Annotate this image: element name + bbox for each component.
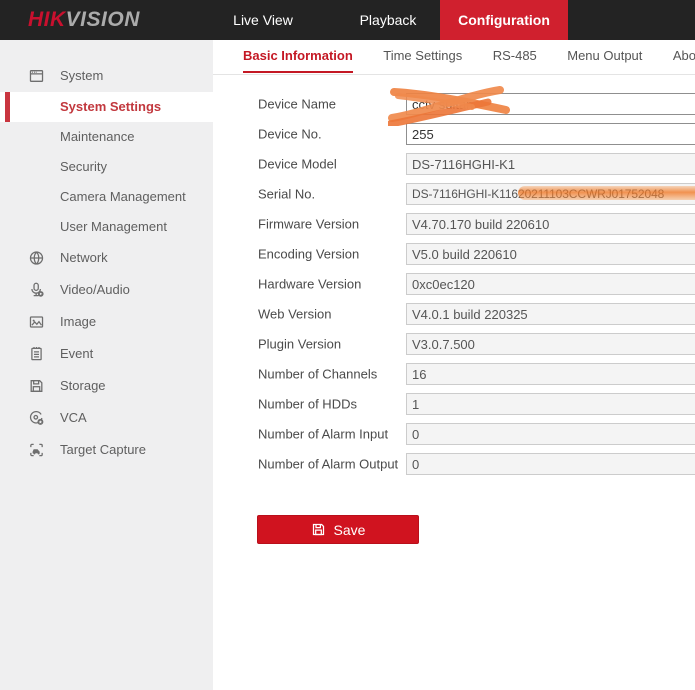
form-row-encoding-version: Encoding Version: [213, 239, 695, 269]
device-model-input: [406, 153, 695, 175]
logo-vision: VISION: [66, 8, 140, 31]
firmware-version-label: Firmware Version: [258, 217, 359, 232]
web-version-label: Web Version: [258, 307, 331, 322]
form-row-number-of-hdds: Number of HDDs: [213, 389, 695, 419]
tab-menu-output[interactable]: Menu Output: [567, 40, 642, 73]
nav-configuration[interactable]: Configuration: [440, 0, 568, 40]
event-icon: [28, 346, 45, 363]
nav-playback[interactable]: Playback: [343, 0, 433, 40]
globe-icon: [28, 250, 45, 267]
encoding-version-label: Encoding Version: [258, 247, 359, 262]
number-of-alarm-output-label: Number of Alarm Output: [258, 457, 398, 472]
number-of-channels-label: Number of Channels: [258, 367, 377, 382]
top-navigation-bar: HIKVISION Live View Playback Configurati…: [0, 0, 695, 40]
device-name-label: Device Name: [258, 97, 336, 112]
plugin-version-input: [406, 333, 695, 355]
sidebar-item-label: Image: [60, 306, 96, 338]
plugin-version-label: Plugin Version: [258, 337, 341, 352]
number-of-alarm-output-input: [406, 453, 695, 475]
sidebar: System System Settings Maintenance Secur…: [0, 40, 213, 690]
sidebar-item-label: Security: [60, 152, 107, 182]
number-of-alarm-input-input: [406, 423, 695, 445]
form-row-serial-no: Serial No.: [213, 179, 695, 209]
sidebar-item-camera-management[interactable]: Camera Management: [0, 182, 213, 212]
sidebar-item-system-settings[interactable]: System Settings: [0, 92, 213, 122]
web-version-input: [406, 303, 695, 325]
form-row-number-of-channels: Number of Channels: [213, 359, 695, 389]
form-row-number-of-alarm-output: Number of Alarm Output: [213, 449, 695, 479]
sidebar-item-storage[interactable]: Storage: [0, 370, 213, 402]
form-row-hardware-version: Hardware Version: [213, 269, 695, 299]
number-of-hdds-input: [406, 393, 695, 415]
storage-icon: [28, 378, 45, 395]
serial-no-input: [406, 183, 695, 205]
target-capture-icon: [28, 442, 45, 459]
form-row-device-name: Device Name: [213, 89, 695, 119]
sidebar-item-vca[interactable]: VCA: [0, 402, 213, 434]
sidebar-item-label: Network: [60, 242, 108, 274]
sidebar-item-system[interactable]: System: [0, 60, 213, 92]
tab-rs485[interactable]: RS-485: [493, 40, 537, 73]
sidebar-item-label: Storage: [60, 370, 106, 402]
tab-time-settings[interactable]: Time Settings: [383, 40, 462, 73]
device-model-label: Device Model: [258, 157, 337, 172]
sidebar-item-label: Camera Management: [60, 182, 186, 212]
tab-basic-information[interactable]: Basic Information: [243, 40, 353, 73]
form-row-number-of-alarm-input: Number of Alarm Input: [213, 419, 695, 449]
device-no-label: Device No.: [258, 127, 322, 142]
device-no-input[interactable]: [406, 123, 695, 145]
form-row-plugin-version: Plugin Version: [213, 329, 695, 359]
floppy-disk-icon: [311, 522, 326, 537]
sidebar-item-video-audio[interactable]: Video/Audio: [0, 274, 213, 306]
sidebar-item-security[interactable]: Security: [0, 152, 213, 182]
sidebar-item-label: Target Capture: [60, 434, 146, 466]
sidebar-item-maintenance[interactable]: Maintenance: [0, 122, 213, 152]
device-name-input[interactable]: [406, 93, 695, 115]
form-row-web-version: Web Version: [213, 299, 695, 329]
save-button-label: Save: [334, 522, 366, 538]
nav-live-view[interactable]: Live View: [218, 0, 308, 40]
sidebar-item-label: Event: [60, 338, 93, 370]
number-of-alarm-input-label: Number of Alarm Input: [258, 427, 388, 442]
save-button[interactable]: Save: [257, 515, 419, 544]
form-row-device-no: Device No.: [213, 119, 695, 149]
sidebar-item-label: Video/Audio: [60, 274, 130, 306]
vca-icon: [28, 410, 45, 427]
basic-information-form: Device Name Device No. Device Model Seri…: [213, 75, 695, 544]
sidebar-item-network[interactable]: Network: [0, 242, 213, 274]
number-of-channels-input: [406, 363, 695, 385]
sidebar-item-target-capture[interactable]: Target Capture: [0, 434, 213, 466]
window-icon: [28, 68, 45, 85]
encoding-version-input: [406, 243, 695, 265]
sidebar-item-label: System Settings: [60, 92, 161, 122]
hardware-version-label: Hardware Version: [258, 277, 361, 292]
firmware-version-input: [406, 213, 695, 235]
sidebar-item-label: System: [60, 60, 103, 92]
microphone-icon: [28, 282, 45, 299]
form-row-device-model: Device Model: [213, 149, 695, 179]
serial-no-label: Serial No.: [258, 187, 315, 202]
sidebar-item-image[interactable]: Image: [0, 306, 213, 338]
hardware-version-input: [406, 273, 695, 295]
settings-tab-bar: Basic Information Time Settings RS-485 M…: [213, 40, 695, 75]
sidebar-item-event[interactable]: Event: [0, 338, 213, 370]
sidebar-item-label: Maintenance: [60, 122, 134, 152]
number-of-hdds-label: Number of HDDs: [258, 397, 357, 412]
sidebar-item-label: User Management: [60, 212, 167, 242]
sidebar-item-user-management[interactable]: User Management: [0, 212, 213, 242]
image-icon: [28, 314, 45, 331]
form-row-firmware-version: Firmware Version: [213, 209, 695, 239]
main-content: Basic Information Time Settings RS-485 M…: [213, 40, 695, 690]
hikvision-logo: HIKVISION: [28, 0, 140, 40]
tab-about[interactable]: About: [673, 40, 695, 73]
logo-hik: HIK: [28, 8, 66, 31]
sidebar-item-label: VCA: [60, 402, 87, 434]
